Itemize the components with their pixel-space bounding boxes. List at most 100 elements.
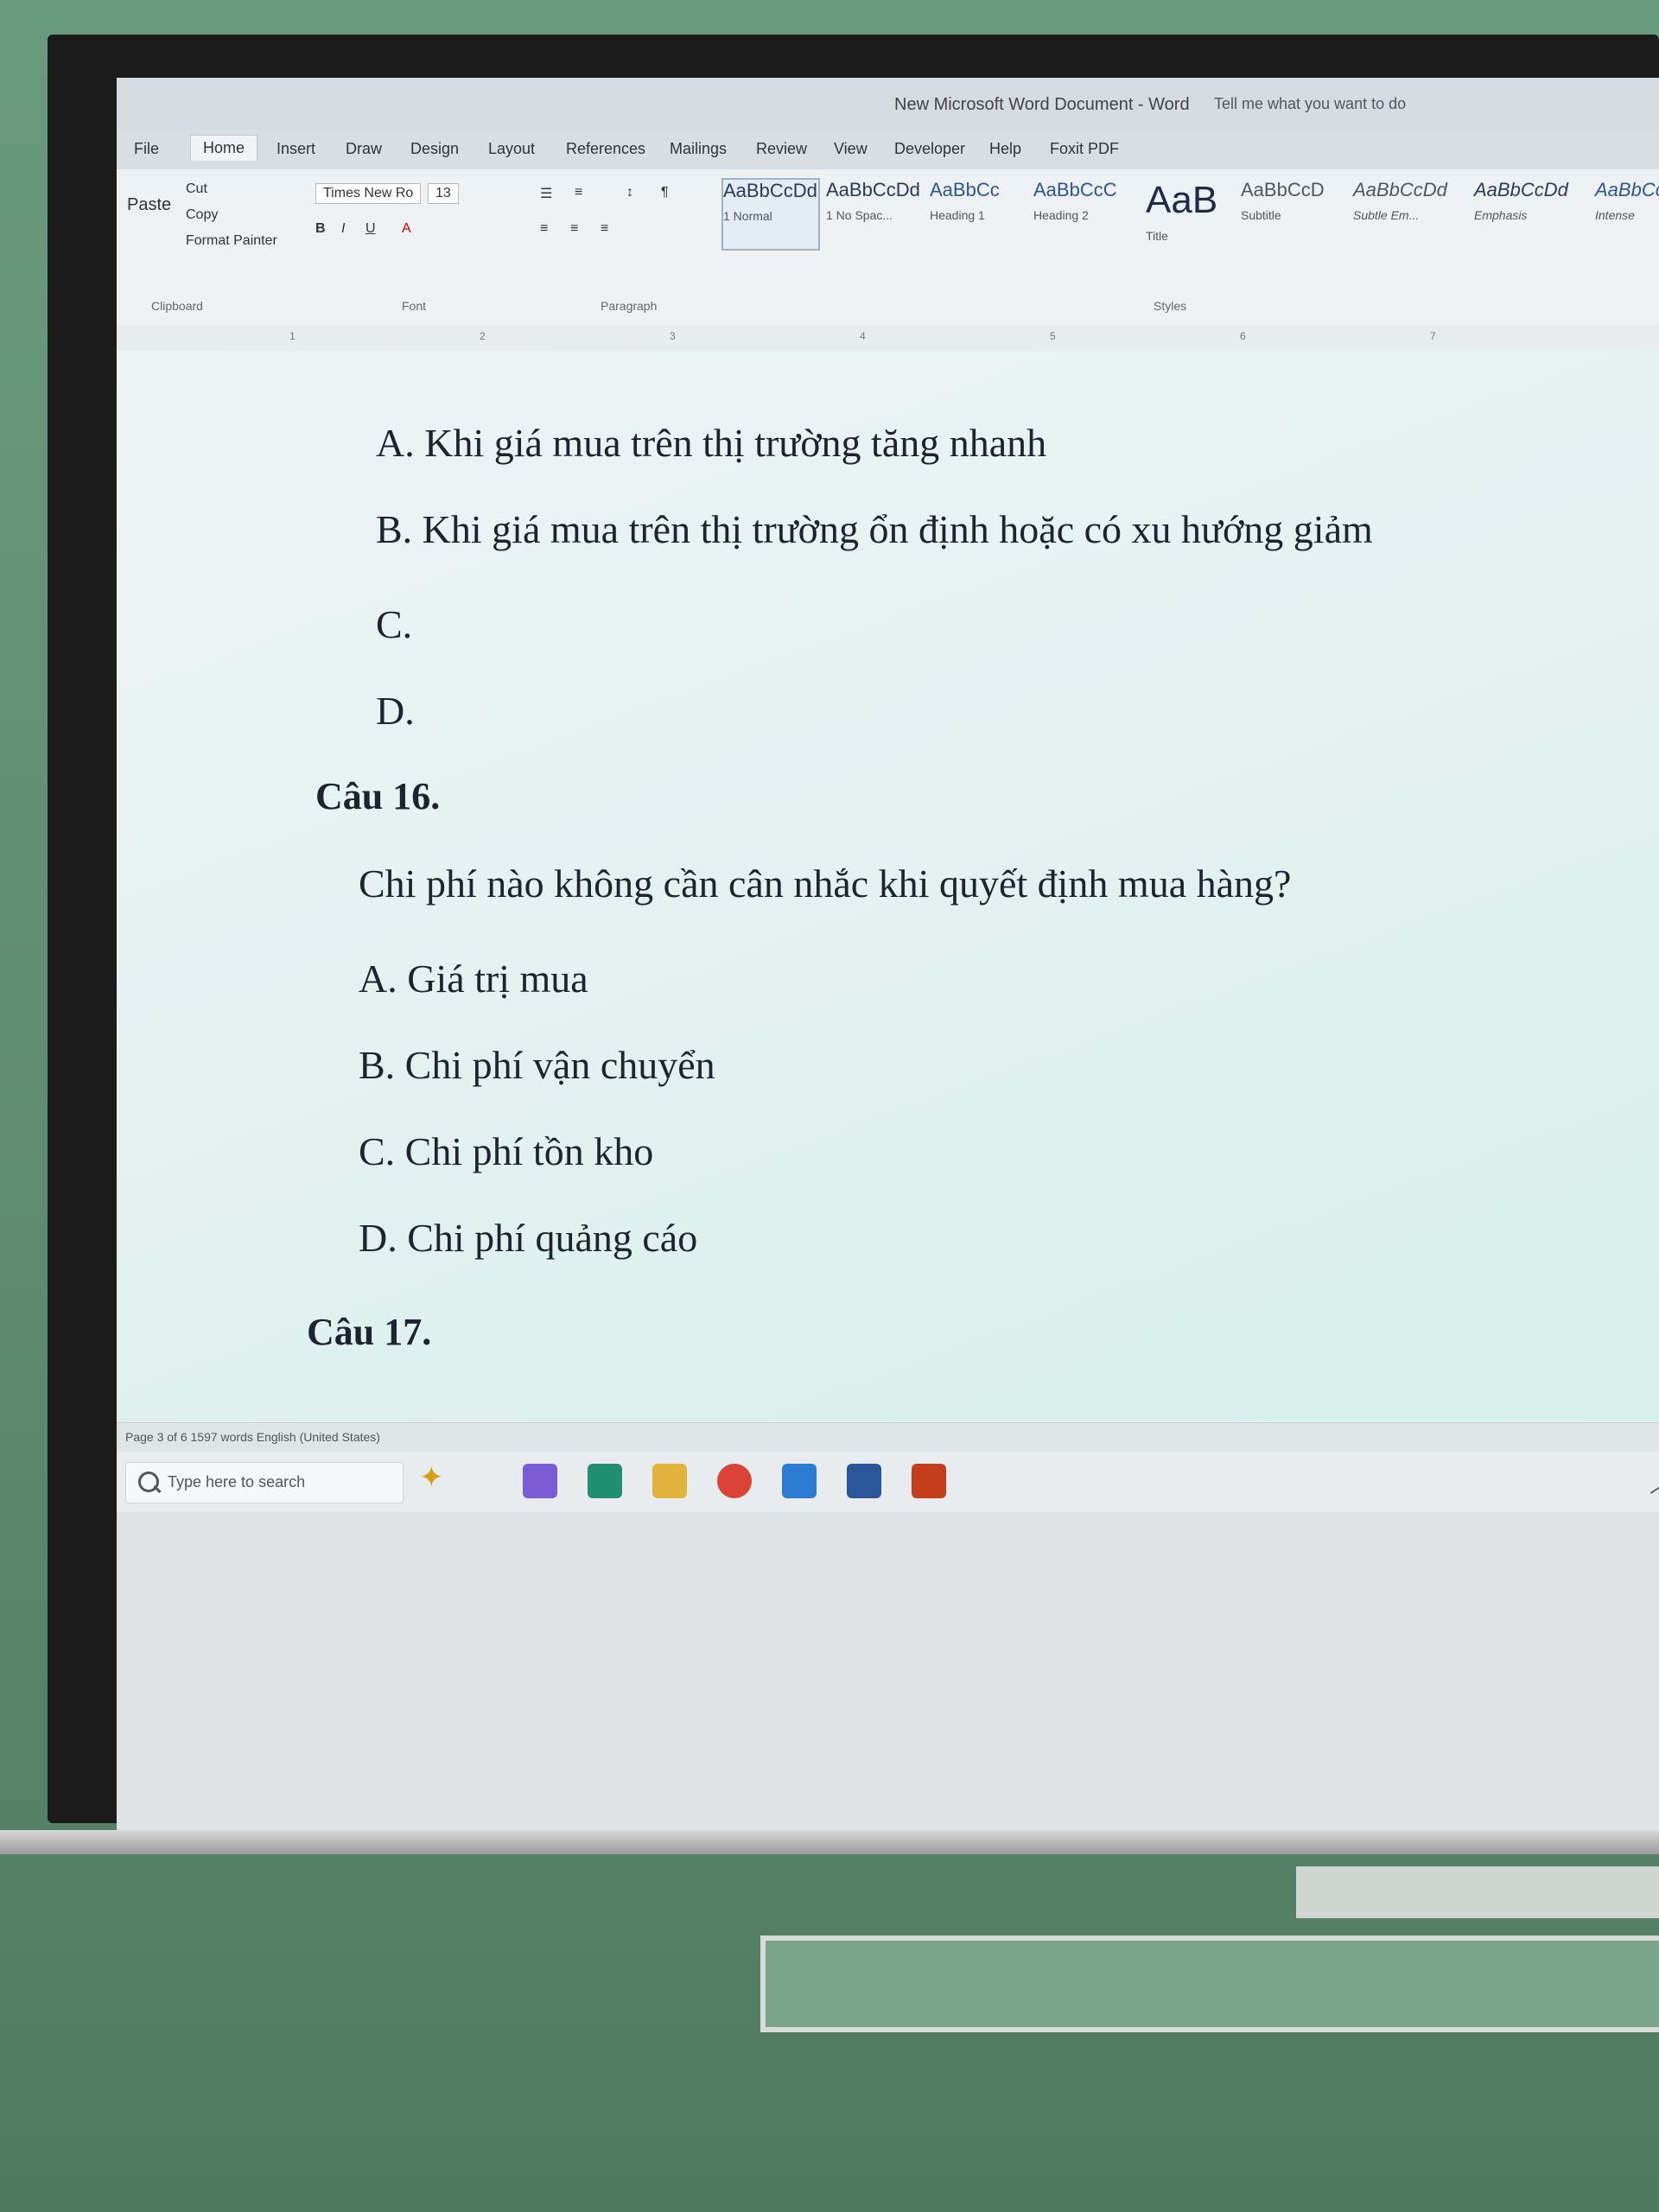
style-name: Subtitle [1241,208,1281,222]
word-icon[interactable] [847,1464,881,1498]
tab-insert[interactable]: Insert [276,140,315,158]
answer-option: B. Khi giá mua trên thị trường ổn định h… [376,507,1373,551]
projector-screen-frame: New Microsoft Word Document - Word Tell … [48,35,1659,1840]
answer-option: A. Khi giá mua trên thị trường tăng nhan… [376,421,1047,465]
style-name: 1 No Spac... [826,208,893,222]
font-group-label: Font [402,299,427,313]
question-title: Câu 16. [315,775,441,817]
paste-button[interactable]: Paste [127,195,171,215]
home-ribbon: Paste Cut Copy Format Painter Clipboard … [117,169,1659,326]
powerpoint-icon[interactable] [912,1464,946,1498]
format-painter-button[interactable]: Format Painter [186,233,277,249]
style-name: Emphasis [1474,208,1528,222]
ribbon-tabs: File Home Insert Draw Design Layout Refe… [117,130,1659,169]
sort-button[interactable]: ↕ [626,185,633,200]
style-preview: AaBbCcD [1241,179,1325,200]
style-no-spacing[interactable]: AaBbCcDd 1 No Spac... [825,178,922,249]
answer-option: D. Chi phí quảng cáo [359,1216,698,1260]
chalkboard-rail [760,1936,1659,2032]
style-title[interactable]: AaB Title [1145,178,1233,249]
tab-developer[interactable]: Developer [894,140,965,158]
tab-references[interactable]: References [566,140,645,158]
sparkle-icon[interactable]: ✦ [419,1460,444,1495]
question-title: Câu 17. [307,1311,432,1353]
tab-foxit-pdf[interactable]: Foxit PDF [1050,140,1119,158]
ruler-mark: 1 [289,330,296,342]
style-name: Heading 1 [930,208,985,222]
numbering-button[interactable]: ≡ [575,185,582,200]
ruler-mark: 3 [670,330,676,342]
search-placeholder: Type here to search [168,1473,306,1491]
tab-view[interactable]: View [834,140,868,158]
italic-button[interactable]: I [341,221,345,237]
style-emphasis[interactable]: AaBbCcDd Emphasis [1473,178,1587,249]
style-preview: AaBbCcDd [723,180,817,201]
style-name: Title [1146,229,1168,243]
style-preview: AaBbCcDd [1474,179,1568,200]
style-preview: AaB [1146,179,1218,221]
projected-desktop: New Microsoft Word Document - Word Tell … [117,78,1659,1840]
chrome-icon[interactable] [717,1464,752,1498]
file-explorer-icon[interactable] [652,1464,687,1498]
style-preview: AaBbCcC [1033,179,1117,200]
tab-help[interactable]: Help [989,140,1021,158]
ruler-mark: 6 [1240,330,1246,342]
bold-button[interactable]: B [315,221,326,237]
style-name: Subtle Em... [1353,208,1420,222]
style-heading-2[interactable]: AaBbCcC Heading 2 [1033,178,1138,249]
font-color-button[interactable]: A [402,221,411,237]
style-subtitle[interactable]: AaBbCcD Subtitle [1240,178,1345,249]
question-text: Chi phí nào không cần cân nhắc khi quyết… [359,861,1292,906]
ruler-mark: 4 [860,330,866,342]
underline-button[interactable]: U [365,221,376,237]
tell-me-search[interactable]: Tell me what you want to do [1214,95,1406,113]
style-preview: AaBbCcDd [1353,179,1447,200]
style-normal[interactable]: AaBbCcDd 1 Normal [721,178,820,251]
style-intense[interactable]: AaBbCcDd Intense [1594,178,1659,249]
align-left-button[interactable]: ≡ [540,221,548,237]
style-name: Heading 2 [1033,208,1089,222]
style-preview: AaBbCc [930,179,1000,200]
style-name: Intense [1595,208,1635,222]
style-name: 1 Normal [723,209,772,223]
edge-icon[interactable] [588,1464,622,1498]
align-right-button[interactable]: ≡ [601,221,608,237]
style-subtle-emphasis[interactable]: AaBbCcDd Subtle Em... [1352,178,1466,249]
chevron-up-icon[interactable]: ︿ [1649,1467,1659,1499]
ruler-mark: 2 [480,330,486,342]
paragraph-group-label: Paragraph [601,299,658,313]
mail-icon[interactable] [782,1464,817,1498]
tab-review[interactable]: Review [756,140,807,158]
show-marks-button[interactable]: ¶ [661,185,669,200]
answer-option: C. [376,602,413,646]
tab-draw[interactable]: Draw [346,140,382,158]
align-center-button[interactable]: ≡ [570,221,578,237]
copy-button[interactable]: Copy [186,207,218,223]
bullets-button[interactable]: ☰ [540,185,552,202]
document-page[interactable]: A. Khi giá mua trên thị trường tăng nhan… [117,351,1659,1422]
word-titlebar: New Microsoft Word Document - Word Tell … [117,78,1659,130]
style-heading-1[interactable]: AaBbCc Heading 1 [929,178,1026,249]
tab-layout[interactable]: Layout [488,140,535,158]
taskbar-search[interactable]: Type here to search [125,1462,404,1503]
search-icon [138,1471,159,1492]
tab-design[interactable]: Design [410,140,459,158]
style-preview: AaBbCcDd [826,179,920,200]
answer-option: A. Giá trị mua [359,957,588,1001]
horizontal-ruler[interactable]: 1 2 3 4 5 6 7 [117,325,1659,352]
windows-taskbar: Type here to search ✦ ︿ [117,1452,1659,1512]
font-size-select[interactable]: 13 [428,183,459,204]
cut-button[interactable]: Cut [186,181,207,197]
answer-option: B. Chi phí vận chuyển [359,1043,715,1087]
tab-mailings[interactable]: Mailings [670,140,727,158]
copilot-icon[interactable] [523,1464,557,1498]
style-preview: AaBbCcDd [1595,179,1659,200]
tab-file[interactable]: File [134,140,159,158]
tab-home[interactable]: Home [190,135,258,161]
board-ledge [1296,1866,1659,1918]
window-title: New Microsoft Word Document - Word [894,95,1190,114]
font-name-select[interactable]: Times New Ro [315,183,422,204]
clipboard-group-label: Clipboard [151,299,203,313]
blank-screen-area [117,1512,1659,1840]
status-text: Page 3 of 6 1597 words English (United S… [125,1430,380,1444]
